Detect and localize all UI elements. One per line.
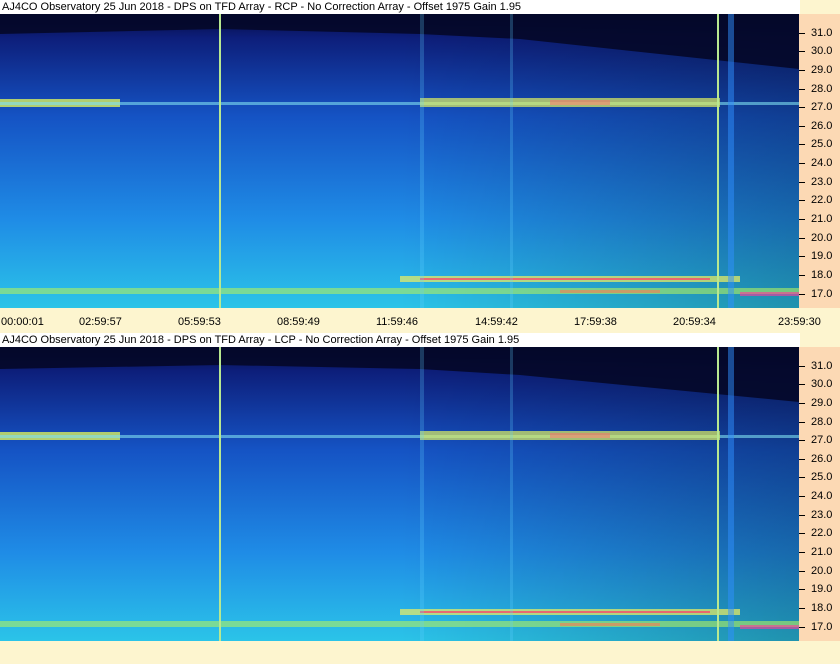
freq-tick: 23.0 bbox=[799, 176, 840, 188]
freq-tick: 20.0 bbox=[799, 232, 840, 244]
freq-tick: 17.0 bbox=[799, 621, 840, 633]
frequency-scale-rcp: 31.0 30.0 29.0 28.0 27.0 26.0 25.0 24.0 … bbox=[799, 14, 840, 308]
freq-tick: 30.0 bbox=[799, 45, 840, 57]
freq-tick: 22.0 bbox=[799, 194, 840, 206]
time-axis: 00:00:01 02:59:57 05:59:53 08:59:49 11:5… bbox=[0, 313, 840, 332]
freq-tick: 26.0 bbox=[799, 120, 840, 132]
freq-tick: 26.0 bbox=[799, 453, 840, 465]
time-label: 14:59:42 bbox=[475, 316, 518, 328]
freq-tick: 24.0 bbox=[799, 490, 840, 502]
freq-tick: 27.0 bbox=[799, 434, 840, 446]
time-label: 23:59:30 bbox=[778, 316, 821, 328]
freq-tick: 21.0 bbox=[799, 546, 840, 558]
freq-tick: 19.0 bbox=[799, 250, 840, 262]
time-label: 11:59:46 bbox=[376, 316, 419, 328]
spectrogram-rcp-image bbox=[0, 14, 799, 308]
freq-tick: 28.0 bbox=[799, 416, 840, 428]
freq-tick: 23.0 bbox=[799, 509, 840, 521]
spectrogram-lcp-image bbox=[0, 347, 799, 641]
freq-tick: 30.0 bbox=[799, 378, 840, 390]
freq-tick: 18.0 bbox=[799, 602, 840, 614]
freq-tick: 18.0 bbox=[799, 269, 840, 281]
freq-tick: 20.0 bbox=[799, 565, 840, 577]
time-label: 05:59:53 bbox=[178, 316, 221, 328]
freq-tick: 17.0 bbox=[799, 288, 840, 300]
time-label: 02:59:57 bbox=[79, 316, 122, 328]
freq-tick: 28.0 bbox=[799, 83, 840, 95]
freq-tick: 29.0 bbox=[799, 397, 840, 409]
freq-tick: 31.0 bbox=[799, 360, 840, 372]
time-label: 20:59:34 bbox=[673, 316, 716, 328]
panel-title-rcp: AJ4CO Observatory 25 Jun 2018 - DPS on T… bbox=[0, 0, 800, 14]
freq-tick: 25.0 bbox=[799, 138, 840, 150]
bottom-bar bbox=[0, 641, 840, 664]
freq-tick: 21.0 bbox=[799, 213, 840, 225]
freq-tick: 31.0 bbox=[799, 27, 840, 39]
freq-tick: 19.0 bbox=[799, 583, 840, 595]
freq-tick: 22.0 bbox=[799, 527, 840, 539]
spectrogram-lcp bbox=[0, 347, 799, 641]
time-label: 00:00:01 bbox=[1, 316, 44, 328]
panel-title-lcp: AJ4CO Observatory 25 Jun 2018 - DPS on T… bbox=[0, 333, 800, 347]
freq-tick: 25.0 bbox=[799, 471, 840, 483]
time-label: 08:59:49 bbox=[277, 316, 320, 328]
spectrogram-rcp bbox=[0, 14, 799, 308]
freq-tick: 24.0 bbox=[799, 157, 840, 169]
frequency-scale-lcp: 31.0 30.0 29.0 28.0 27.0 26.0 25.0 24.0 … bbox=[799, 347, 840, 641]
freq-tick: 27.0 bbox=[799, 101, 840, 113]
time-label: 17:59:38 bbox=[574, 316, 617, 328]
freq-tick: 29.0 bbox=[799, 64, 840, 76]
